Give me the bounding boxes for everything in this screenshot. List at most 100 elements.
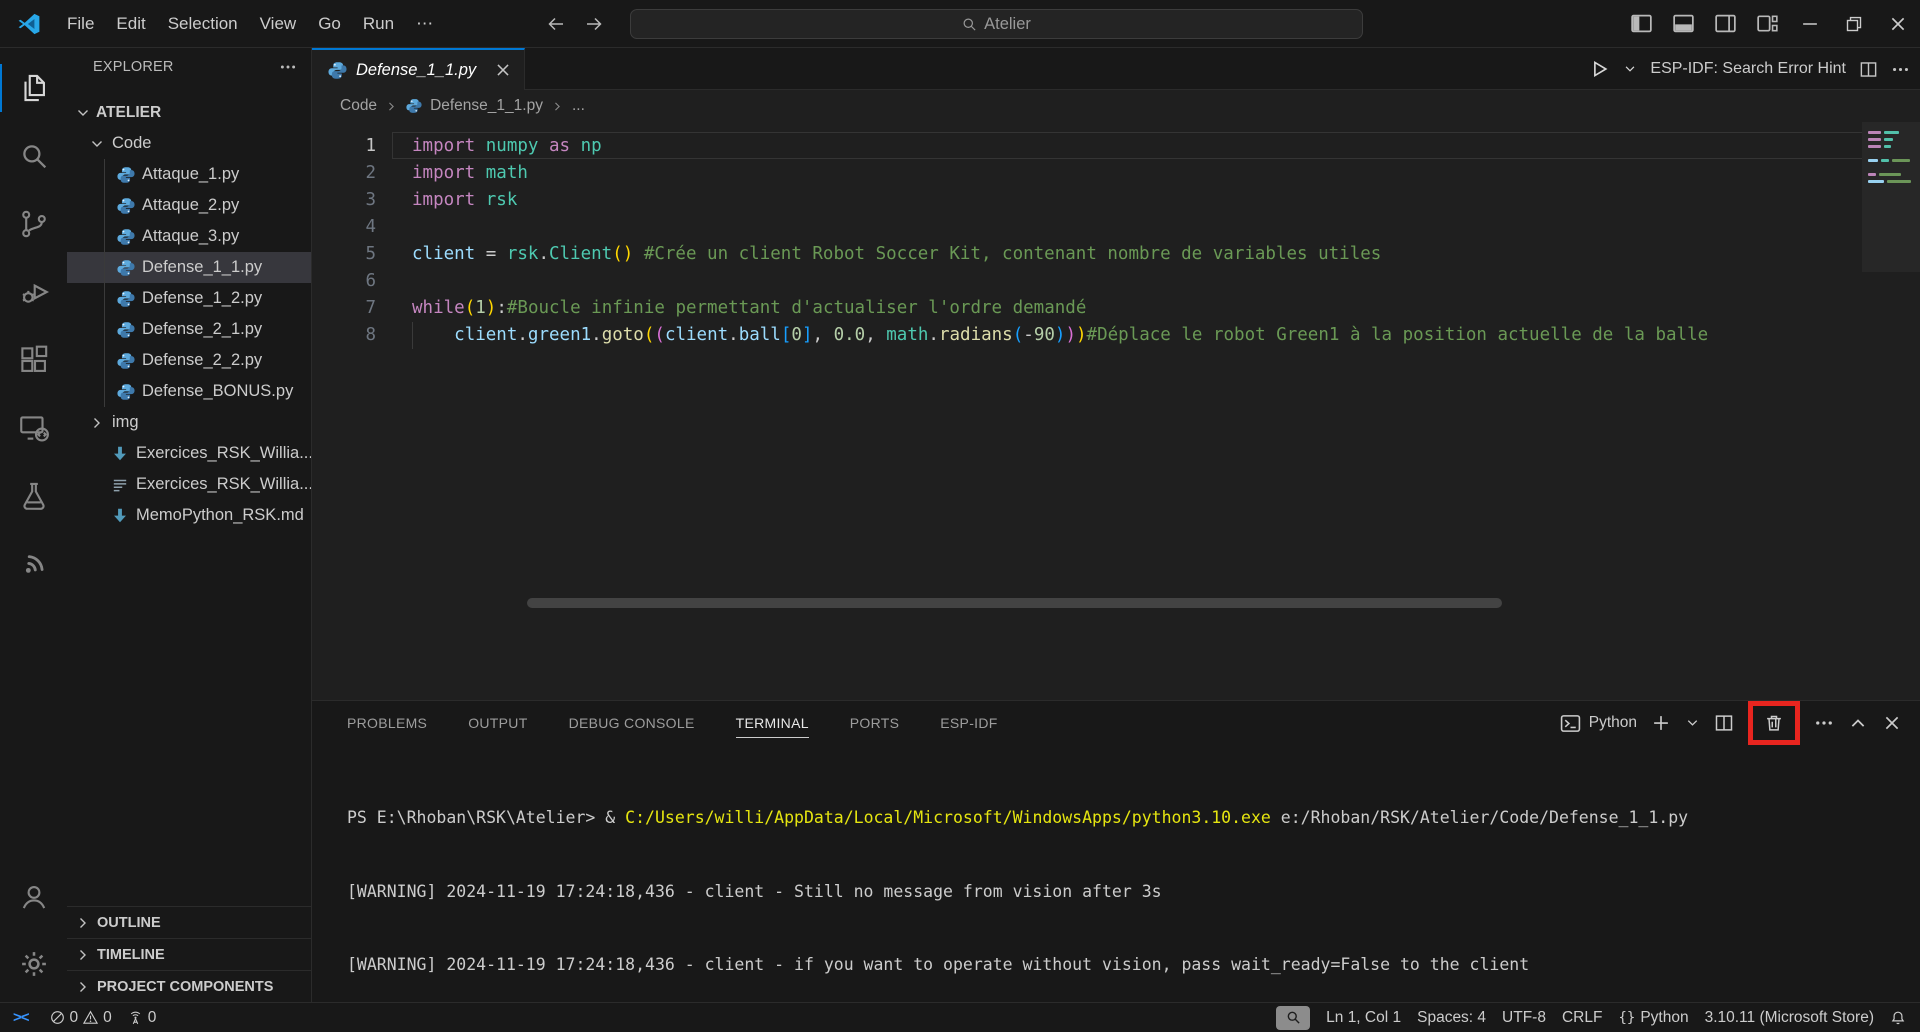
panel-tab-esp-idf[interactable]: ESP-IDF [940, 709, 997, 737]
indentation-status[interactable]: Spaces: 4 [1409, 1003, 1494, 1032]
breadcrumb-folder[interactable]: Code [340, 97, 377, 115]
panel-tab-ports[interactable]: PORTS [850, 709, 899, 737]
tab-defense-1-1[interactable]: Defense_1_1.py [312, 48, 525, 90]
horizontal-scrollbar[interactable] [527, 598, 1502, 608]
eol-status[interactable]: CRLF [1554, 1003, 1610, 1032]
toggle-panel-icon[interactable] [1662, 0, 1704, 47]
tree-item-memopython-md[interactable]: MemoPython_RSK.md [67, 500, 311, 531]
minimap[interactable] [1862, 122, 1920, 700]
language-status[interactable]: {} Python [1610, 1003, 1696, 1032]
esp-idf-hint-button[interactable]: ESP-IDF: Search Error Hint [1650, 60, 1846, 78]
explorer-icon[interactable] [0, 64, 67, 112]
braces-icon: {} [1618, 1010, 1635, 1026]
menu-run[interactable]: Run [352, 9, 405, 39]
search-icon[interactable] [0, 132, 67, 180]
run-python-file-icon[interactable] [1588, 58, 1610, 80]
vscode-logo-icon [16, 11, 42, 37]
espressif-idf-icon[interactable] [0, 540, 67, 588]
bottom-panel: PROBLEMS OUTPUT DEBUG CONSOLE TERMINAL P… [312, 700, 1920, 1002]
tree-root-atelier[interactable]: ATELIER [67, 98, 311, 128]
magnifier-icon [1286, 1010, 1301, 1025]
menu-file[interactable]: File [56, 9, 105, 39]
nav-back-icon[interactable] [544, 12, 568, 36]
editor-group: Defense_1_1.py ESP-IDF: Search Error Hin… [312, 48, 1920, 1002]
terminal-dropdown-chevron-icon[interactable] [1685, 713, 1700, 733]
command-center-search[interactable]: Atelier [630, 9, 1363, 39]
kill-terminal-trash-icon[interactable] [1764, 713, 1784, 733]
menu-selection[interactable]: Selection [157, 9, 249, 39]
panel-tab-problems[interactable]: PROBLEMS [347, 709, 427, 737]
panel-tab-terminal[interactable]: TERMINAL [736, 709, 809, 738]
breadcrumb: Code Defense_1_1.py ... [312, 90, 1920, 122]
toggle-secondary-sidebar-icon[interactable] [1704, 0, 1746, 47]
accounts-icon[interactable] [0, 872, 67, 920]
tab-label: Defense_1_1.py [356, 61, 485, 80]
tree-item-exercices-1[interactable]: Exercices_RSK_Willia... [67, 438, 311, 469]
run-dropdown-chevron-icon[interactable] [1623, 62, 1637, 76]
tree-item-exercices-2[interactable]: Exercices_RSK_Willia... [67, 469, 311, 500]
terminal-shell-item[interactable]: Python [1560, 713, 1637, 734]
toggle-primary-sidebar-icon[interactable] [1620, 0, 1662, 47]
panel-tabs: PROBLEMS OUTPUT DEBUG CONSOLE TERMINAL P… [347, 701, 998, 745]
close-panel-icon[interactable] [1882, 713, 1902, 733]
minimize-button[interactable] [1788, 0, 1832, 47]
problems-status[interactable]: 0 0 [42, 1003, 120, 1032]
notifications-bell[interactable] [1882, 1003, 1920, 1032]
breadcrumb-file[interactable]: Defense_1_1.py [430, 97, 543, 115]
activity-bar [0, 48, 67, 1002]
new-terminal-icon[interactable] [1651, 713, 1671, 733]
nav-forward-icon[interactable] [582, 12, 606, 36]
terminal-shell-label: Python [1589, 714, 1637, 732]
remote-explorer-icon[interactable] [0, 404, 67, 452]
panel-tab-debug-console[interactable]: DEBUG CONSOLE [569, 709, 695, 737]
tree-item-code-folder[interactable]: Code [67, 128, 311, 159]
testing-icon[interactable] [0, 472, 67, 520]
restore-button[interactable] [1832, 0, 1876, 47]
chevron-right-icon [385, 100, 398, 113]
terminal-output[interactable]: PS E:\Rhoban\RSK\Atelier> & C:/Users/wil… [347, 757, 1900, 1027]
menu-edit[interactable]: Edit [105, 9, 156, 39]
file-tree: Code Attaque_1.py Attaque_2.py Attaque_3… [67, 128, 311, 531]
maximize-panel-chevron-up-icon[interactable] [1848, 713, 1868, 733]
python-file-icon [117, 228, 135, 246]
split-terminal-icon[interactable] [1714, 713, 1734, 733]
panel-tab-output[interactable]: OUTPUT [468, 709, 527, 737]
zoom-status-button[interactable] [1276, 1006, 1310, 1030]
breadcrumb-symbol[interactable]: ... [572, 97, 585, 115]
ports-status[interactable]: 0 [120, 1003, 165, 1032]
python-interpreter-status[interactable]: 3.10.11 (Microsoft Store) [1697, 1003, 1882, 1032]
settings-gear-icon[interactable] [0, 940, 67, 988]
run-and-debug-icon[interactable] [0, 268, 67, 316]
code-line-3: 3import rsk [312, 187, 1862, 214]
section-timeline[interactable]: TIMELINE [67, 938, 311, 970]
panel-more-actions-icon[interactable] [1814, 713, 1834, 733]
close-window-button[interactable] [1876, 0, 1920, 47]
source-control-icon[interactable] [0, 200, 67, 248]
annotation-red-box [1748, 701, 1800, 745]
python-file-icon [328, 61, 347, 80]
cursor-position-status[interactable]: Ln 1, Col 1 [1318, 1003, 1409, 1032]
vscode-window: File Edit Selection View Go Run ⋯ Atelie… [0, 0, 1920, 1032]
chevron-down-icon [75, 105, 91, 121]
section-project-components[interactable]: PROJECT COMPONENTS [67, 970, 311, 1002]
code-line-4: 4 [312, 214, 1862, 241]
minimap-slider[interactable] [1862, 122, 1920, 272]
code-line-8: 8 client.green1.goto((client.ball[0], 0.… [312, 322, 1862, 349]
encoding-status[interactable]: UTF-8 [1494, 1003, 1554, 1032]
split-editor-icon[interactable] [1859, 60, 1878, 79]
section-outline[interactable]: OUTLINE [67, 906, 311, 938]
menu-go[interactable]: Go [307, 9, 352, 39]
status-bar: >< 0 0 0 Ln 1, Col 1 Spaces: 4 UTF-8 CRL… [0, 1002, 1920, 1032]
tree-item-img-folder[interactable]: img [67, 407, 311, 438]
explorer-more-actions-icon[interactable] [279, 58, 297, 76]
root-folder-label: ATELIER [96, 104, 161, 122]
tab-close-icon[interactable] [494, 61, 512, 79]
extensions-icon[interactable] [0, 336, 67, 384]
code-editor[interactable]: 1import numpy as np 2import math 3import… [312, 122, 1920, 700]
editor-more-actions-icon[interactable] [1891, 60, 1910, 79]
remote-indicator[interactable]: >< [0, 1003, 42, 1032]
menu-overflow-icon[interactable]: ⋯ [405, 9, 444, 39]
python-file-icon [117, 166, 135, 184]
menu-view[interactable]: View [249, 9, 308, 39]
customize-layout-icon[interactable] [1746, 0, 1788, 47]
